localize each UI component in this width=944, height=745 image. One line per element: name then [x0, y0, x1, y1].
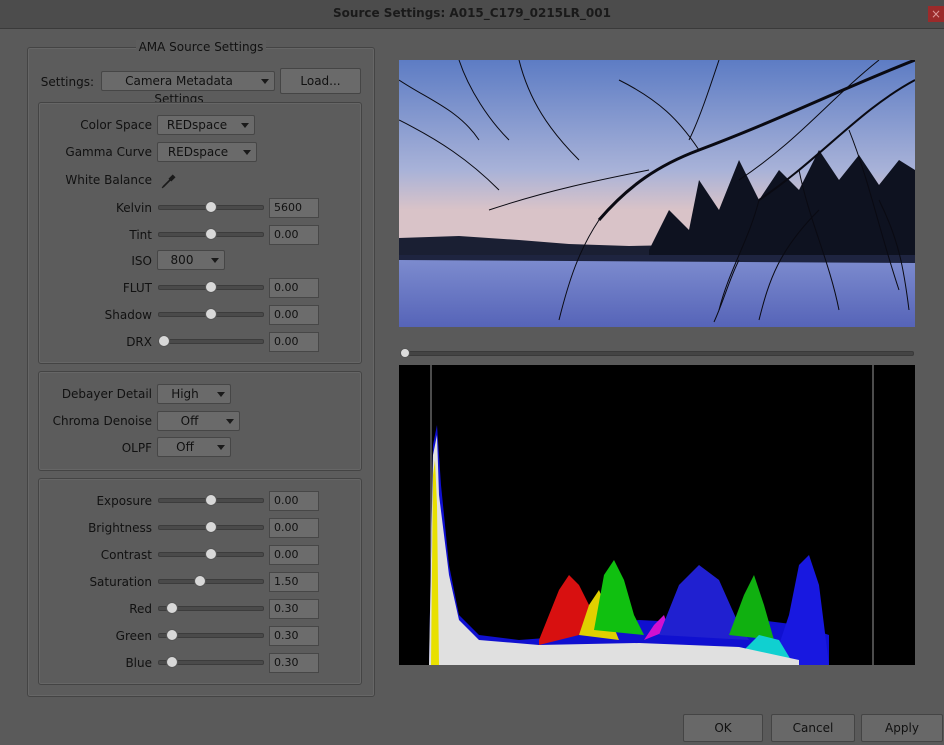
olpf-dropdown[interactable]: Off: [157, 437, 231, 457]
slider-handle[interactable]: [205, 201, 217, 213]
flut-slider[interactable]: [158, 280, 264, 294]
color-space-label: Color Space: [80, 118, 152, 132]
slider-handle[interactable]: [193, 575, 206, 587]
settings-label: Settings:: [40, 75, 94, 89]
exposure-label: Exposure: [96, 494, 152, 508]
slider-handle[interactable]: [165, 656, 178, 668]
drx-slider[interactable]: [158, 334, 264, 348]
gamma-curve-dropdown[interactable]: REDspace: [157, 142, 257, 162]
blue-label: Blue: [125, 656, 152, 670]
brightness-label: Brightness: [88, 521, 152, 535]
red-label: Red: [129, 602, 152, 616]
debayer-detail-dropdown[interactable]: High: [157, 384, 231, 404]
flut-label: FLUT: [122, 281, 152, 295]
slider-handle[interactable]: [205, 521, 217, 533]
chevron-down-icon: [243, 150, 251, 155]
chevron-down-icon: [217, 445, 225, 450]
kelvin-label: Kelvin: [115, 201, 152, 215]
gamma-curve-label: Gamma Curve: [65, 145, 152, 159]
brightness-slider[interactable]: [158, 520, 264, 534]
kelvin-value[interactable]: 5600: [269, 198, 319, 218]
exposure-slider[interactable]: [158, 493, 264, 507]
timeline-scrubber[interactable]: [400, 348, 914, 358]
shadow-slider[interactable]: [158, 307, 264, 321]
shadow-label: Shadow: [104, 308, 152, 322]
chevron-down-icon: [226, 419, 234, 424]
preview-image: [399, 60, 915, 327]
drx-value[interactable]: 0.00: [269, 332, 319, 352]
settings-dropdown[interactable]: Camera Metadata Settings: [101, 71, 275, 106]
tint-value[interactable]: 0.00: [269, 225, 319, 245]
chevron-down-icon: [211, 258, 219, 263]
red-value[interactable]: 0.30: [269, 599, 319, 619]
contrast-slider[interactable]: [158, 547, 264, 561]
debayer-detail-label: Debayer Detail: [61, 387, 152, 401]
apply-button[interactable]: Apply: [861, 714, 943, 742]
window-title: Source Settings: A015_C179_0215LR_001: [333, 6, 611, 20]
panel-legend: AMA Source Settings: [135, 40, 267, 54]
slider-handle[interactable]: [205, 228, 217, 240]
histogram-view: [399, 365, 915, 665]
saturation-value[interactable]: 1.50: [269, 572, 319, 592]
saturation-slider[interactable]: [158, 574, 264, 588]
slider-handle[interactable]: [158, 335, 170, 347]
title-bar: Source Settings: A015_C179_0215LR_001 ×: [0, 0, 944, 29]
slider-handle[interactable]: [165, 629, 178, 641]
red-slider[interactable]: [158, 601, 264, 615]
slider-handle[interactable]: [205, 494, 217, 506]
blue-slider[interactable]: [158, 655, 264, 669]
brightness-value[interactable]: 0.00: [269, 518, 319, 538]
contrast-label: Contrast: [100, 548, 152, 562]
saturation-label: Saturation: [89, 575, 152, 589]
scrubber-handle[interactable]: [400, 348, 410, 358]
contrast-value[interactable]: 0.00: [269, 545, 319, 565]
white-balance-label: White Balance: [65, 173, 152, 187]
chevron-down-icon: [241, 123, 249, 128]
blue-value[interactable]: 0.30: [269, 653, 319, 673]
green-label: Green: [115, 629, 152, 643]
tint-slider[interactable]: [158, 227, 264, 241]
flut-value[interactable]: 0.00: [269, 278, 319, 298]
green-value[interactable]: 0.30: [269, 626, 319, 646]
close-icon[interactable]: ×: [928, 6, 944, 22]
tint-label: Tint: [129, 228, 152, 242]
cancel-button[interactable]: Cancel: [771, 714, 855, 742]
load-button[interactable]: Load...: [280, 68, 361, 94]
olpf-label: OLPF: [121, 441, 152, 455]
iso-label: ISO: [131, 254, 152, 268]
kelvin-slider[interactable]: [158, 200, 264, 214]
drx-label: DRX: [126, 335, 152, 349]
slider-handle[interactable]: [205, 308, 217, 320]
slider-handle[interactable]: [165, 602, 178, 614]
iso-dropdown[interactable]: 800: [157, 250, 225, 270]
chroma-denoise-label: Chroma Denoise: [52, 414, 152, 428]
green-slider[interactable]: [158, 628, 264, 642]
chroma-denoise-dropdown[interactable]: Off: [157, 411, 240, 431]
slider-handle[interactable]: [205, 281, 217, 293]
color-space-dropdown[interactable]: REDspace: [157, 115, 255, 135]
exposure-value[interactable]: 0.00: [269, 491, 319, 511]
ok-button[interactable]: OK: [683, 714, 763, 742]
chevron-down-icon: [217, 392, 225, 397]
eyedropper-icon[interactable]: [160, 172, 178, 190]
chevron-down-icon: [261, 79, 269, 84]
shadow-value[interactable]: 0.00: [269, 305, 319, 325]
slider-handle[interactable]: [205, 548, 217, 560]
